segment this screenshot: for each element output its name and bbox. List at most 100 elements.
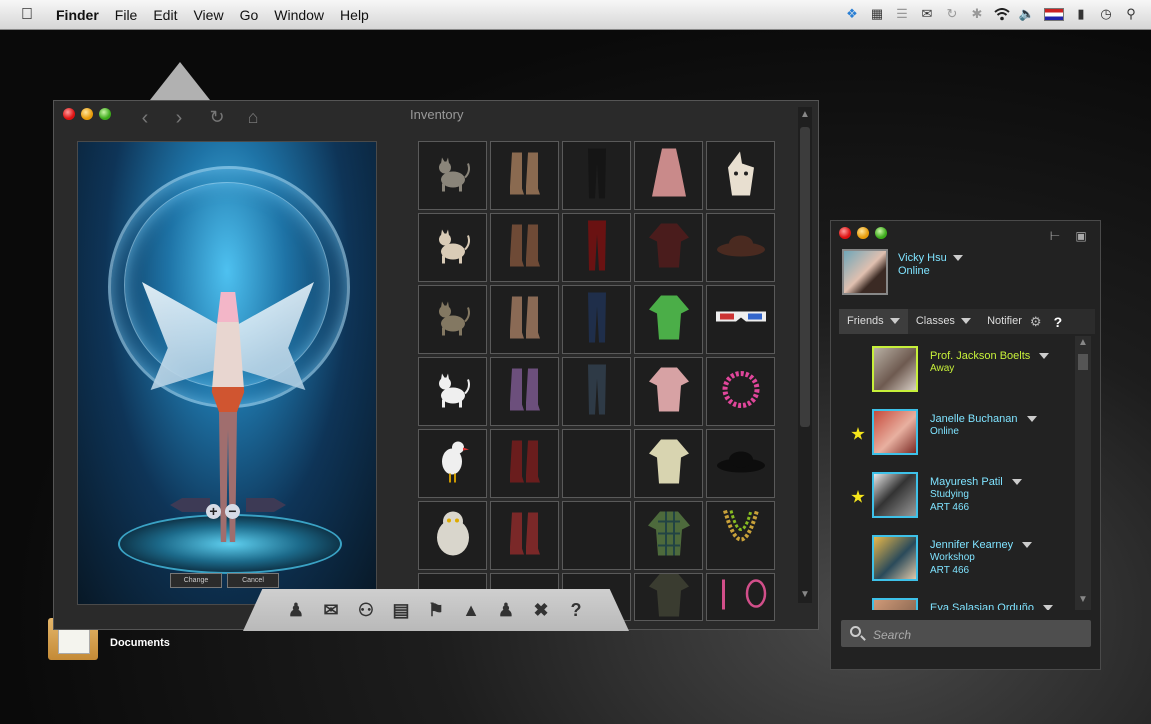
friend-menu-chevron-icon[interactable]	[1011, 479, 1022, 486]
menu-app-name[interactable]: Finder	[48, 7, 107, 23]
bars-icon[interactable]: ☰	[894, 6, 910, 22]
inventory-slot[interactable]	[706, 357, 775, 426]
scroll-down-icon[interactable]: ▼	[798, 589, 812, 600]
menu-help[interactable]: Help	[332, 7, 377, 23]
inventory-slot[interactable]	[706, 573, 775, 621]
documents-label[interactable]: Documents	[110, 637, 170, 649]
inventory-slot[interactable]	[562, 285, 631, 354]
friend-name[interactable]: Eva Salasian Orduño	[930, 602, 1054, 610]
search-input[interactable]	[871, 620, 1085, 649]
friend-list-scrollbar[interactable]: ▲ ▼	[1075, 336, 1091, 610]
expand-icon[interactable]: ▣	[1073, 229, 1089, 243]
mail-icon[interactable]: ✉	[919, 6, 935, 22]
zoom-out-button[interactable]: −	[225, 504, 240, 519]
friends-minimize-icon[interactable]	[857, 227, 869, 239]
menu-window[interactable]: Window	[266, 7, 332, 23]
trophy-icon[interactable]: ⚑	[425, 599, 447, 621]
scroll-up-icon[interactable]: ▲	[798, 109, 812, 120]
friend-name[interactable]: Jennifer Kearney	[930, 539, 1033, 551]
rotate-right-icon[interactable]	[246, 498, 286, 512]
home-icon[interactable]: ⌂	[242, 107, 264, 128]
calendar-icon[interactable]: ▦	[869, 6, 885, 22]
menu-file[interactable]: File	[107, 7, 146, 23]
inventory-slot[interactable]	[634, 141, 703, 210]
battery-icon[interactable]: ▮	[1073, 6, 1089, 22]
back-icon[interactable]: ‹	[134, 107, 156, 130]
inventory-slot[interactable]	[490, 141, 559, 210]
spotlight-icon[interactable]: ⚲	[1123, 6, 1139, 22]
friends-icon[interactable]: ♟	[495, 599, 517, 621]
close-icon[interactable]	[63, 108, 75, 120]
help-icon[interactable]: ?	[565, 599, 587, 621]
wifi-icon[interactable]	[994, 6, 1010, 22]
inventory-slot[interactable]	[706, 141, 775, 210]
inventory-slot[interactable]	[562, 141, 631, 210]
favorite-star-icon[interactable]	[851, 427, 865, 440]
inventory-slot[interactable]	[490, 357, 559, 426]
flag-icon[interactable]	[1044, 7, 1064, 21]
inventory-slot[interactable]	[562, 501, 631, 570]
inventory-slot[interactable]	[418, 357, 487, 426]
forward-icon[interactable]: ›	[168, 107, 190, 130]
inventory-slot[interactable]	[490, 285, 559, 354]
bluetooth-icon[interactable]: ✱	[969, 6, 985, 22]
my-status-dropdown-icon[interactable]	[952, 255, 963, 262]
inventory-scrollbar[interactable]: ▲ ▼	[798, 107, 812, 603]
friend-row[interactable]: Mayuresh Patil Studying ART 466	[839, 472, 1079, 534]
friend-row[interactable]: Janelle Buchanan Online	[839, 409, 1079, 471]
avatar-icon[interactable]: ♟	[285, 599, 307, 621]
zoom-icon[interactable]	[99, 108, 111, 120]
refresh-icon[interactable]: ↻	[206, 107, 228, 128]
scroll-down-icon[interactable]: ▼	[1075, 594, 1091, 605]
clock-icon[interactable]: ◷	[1098, 6, 1114, 22]
friend-avatar[interactable]	[872, 346, 918, 392]
friend-avatar[interactable]	[872, 535, 918, 581]
scroll-up-icon[interactable]: ▲	[1075, 337, 1091, 348]
inventory-slot[interactable]	[634, 429, 703, 498]
inventory-slot[interactable]	[562, 357, 631, 426]
tab-friends[interactable]: Friends	[839, 309, 908, 334]
friend-avatar[interactable]	[872, 472, 918, 518]
pin-icon[interactable]: ⊢	[1047, 229, 1063, 243]
friend-name[interactable]: Prof. Jackson Boelts	[930, 350, 1050, 362]
friends-close-icon[interactable]	[839, 227, 851, 239]
friend-name[interactable]: Janelle Buchanan	[930, 413, 1037, 425]
change-button[interactable]: Change	[170, 573, 222, 588]
inventory-slot[interactable]	[634, 573, 703, 621]
dropbox-icon[interactable]: ❖	[844, 6, 860, 22]
inventory-slot[interactable]	[418, 429, 487, 498]
inventory-slot[interactable]	[706, 501, 775, 570]
inventory-slot[interactable]	[634, 213, 703, 282]
my-avatar[interactable]	[842, 249, 888, 295]
inventory-slot[interactable]	[418, 141, 487, 210]
menu-edit[interactable]: Edit	[145, 7, 185, 23]
scroll-thumb[interactable]	[1078, 354, 1088, 370]
rotate-left-icon[interactable]	[170, 498, 210, 512]
clipboard-icon[interactable]: ▤	[390, 599, 412, 621]
cart-icon[interactable]: ⚇	[355, 599, 377, 621]
friend-menu-chevron-icon[interactable]	[1026, 416, 1037, 423]
inventory-slot[interactable]	[418, 213, 487, 282]
inventory-slot[interactable]	[706, 429, 775, 498]
gamepad-icon[interactable]: ▲	[460, 599, 482, 621]
friend-row[interactable]: Eva Salasian Orduño	[839, 598, 1079, 610]
inventory-slot[interactable]	[562, 429, 631, 498]
friend-row[interactable]: Jennifer Kearney Workshop ART 466	[839, 535, 1079, 597]
inventory-slot[interactable]	[562, 213, 631, 282]
inventory-slot[interactable]	[634, 357, 703, 426]
my-name[interactable]: Vicky Hsu	[898, 252, 963, 264]
friend-menu-chevron-icon[interactable]	[1022, 542, 1033, 549]
gear-icon[interactable]: ⚙	[1030, 314, 1042, 330]
friend-menu-chevron-icon[interactable]	[1043, 605, 1054, 610]
avatar-preview[interactable]: + − Change Cancel	[77, 141, 377, 605]
zoom-in-button[interactable]: +	[206, 504, 221, 519]
friend-menu-chevron-icon[interactable]	[1039, 353, 1050, 360]
inventory-slot[interactable]	[706, 285, 775, 354]
inventory-slot[interactable]	[490, 501, 559, 570]
friend-row[interactable]: Prof. Jackson Boelts Away	[839, 346, 1079, 408]
menu-go[interactable]: Go	[232, 7, 267, 23]
inventory-slot[interactable]	[490, 213, 559, 282]
help-button[interactable]: ?	[1054, 314, 1063, 330]
volume-icon[interactable]: 🔈	[1019, 6, 1035, 22]
friend-avatar[interactable]	[872, 409, 918, 455]
